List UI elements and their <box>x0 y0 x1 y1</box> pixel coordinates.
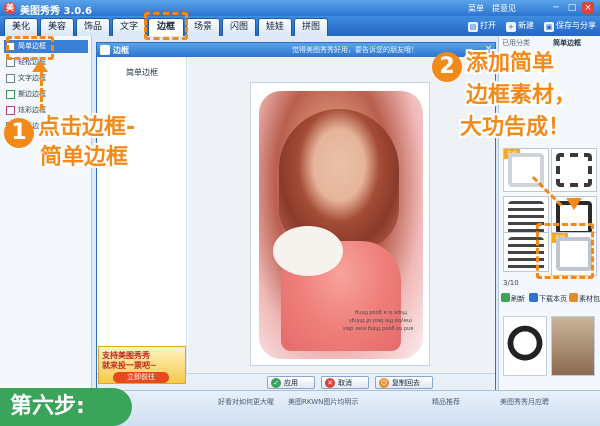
reset-button[interactable]: ☺ 复制回去 <box>375 376 433 389</box>
highlight-border-tab <box>144 12 188 40</box>
apply-button[interactable]: ✓ 应用 <box>267 376 315 389</box>
folder-icon: ▤ <box>468 22 478 32</box>
photo-preview: Hope is a good thing maybe the best of t… <box>250 82 430 366</box>
framed-photo: Hope is a good thing maybe the best of t… <box>259 91 423 359</box>
cancel-button[interactable]: ✕ 取消 <box>321 376 369 389</box>
dialog-app-icon <box>100 45 110 55</box>
tab-beauty[interactable]: 美容 <box>40 18 74 36</box>
torn-border-icon <box>6 90 15 99</box>
download-icon <box>529 293 538 302</box>
step-six-badge: 第六步: <box>0 388 132 426</box>
tab-accessories[interactable]: 饰品 <box>76 18 110 36</box>
step-2-text-line-2: 边框素材， <box>466 83 577 108</box>
person-icon: ☺ <box>379 378 389 388</box>
refresh-button[interactable]: 刷新 <box>501 293 525 305</box>
photo-subject-scarf <box>273 226 343 276</box>
ad-thumbnail-photo[interactable] <box>551 316 595 376</box>
dialog-side-label: 简单边框 <box>126 68 158 77</box>
app-title: 美图秀秀 3.0.6 <box>20 6 92 17</box>
open-button[interactable]: ▤ 打开 <box>468 19 496 33</box>
dialog-title: 边框 <box>113 46 129 55</box>
minimize-icon[interactable]: ─ <box>550 2 562 14</box>
tab-text[interactable]: 文字 <box>112 18 146 36</box>
plus-icon: + <box>506 22 516 32</box>
refresh-icon <box>501 293 510 302</box>
save-icon: ▣ <box>544 22 554 32</box>
photo-caption-line-2: maybe the best of things <box>349 317 412 323</box>
save-share-button[interactable]: ▣ 保存与分享 <box>544 19 596 33</box>
tab-flash[interactable]: 闪图 <box>222 18 256 36</box>
cancel-icon: ✕ <box>325 378 335 388</box>
step-2-number: 2 <box>432 52 462 82</box>
step-2-text-line-1: 添加简单 <box>466 51 555 76</box>
tab-beautify[interactable]: 美化 <box>4 18 38 36</box>
check-icon: ✓ <box>271 378 281 388</box>
status-app-link[interactable]: 美图秀秀月应聘 <box>500 397 549 407</box>
material-pack-button[interactable]: 素材包 <box>569 293 600 305</box>
text-border-icon <box>6 74 15 83</box>
promo-go-button[interactable]: 立即前往 <box>113 372 169 383</box>
tab-simple-border-materials[interactable]: 简单边框 <box>553 38 581 48</box>
package-icon <box>569 293 578 302</box>
status-recommend-link[interactable]: 精品推荐 <box>432 397 460 407</box>
colorful-border-icon <box>6 106 15 115</box>
tab-scene[interactable]: 场景 <box>186 18 220 36</box>
sidebar-item-torn-border[interactable]: 撕边边框 <box>4 88 88 101</box>
dialog-side-panel: 简单边框 <box>97 57 187 377</box>
maximize-icon[interactable]: □ <box>566 2 578 14</box>
step-1-number: 1 <box>4 118 34 148</box>
status-text: 好看对如何更大喔 美图RKWN图片均明示 <box>218 398 359 406</box>
download-page-button[interactable]: 下载本页 <box>529 293 567 305</box>
feedback-link[interactable]: 提意见 <box>492 3 516 14</box>
sidebar-item-text-border[interactable]: 文字边框 <box>4 72 88 85</box>
photo-caption-line-1: Hope is a good thing <box>355 309 407 315</box>
app-logo-icon: 美 <box>4 2 16 14</box>
promo-banner[interactable]: 支持美图秀秀 就来投一票吧~ 立即前往 <box>98 346 186 384</box>
highlight-simple-border <box>6 36 54 60</box>
arrow-down-icon <box>566 198 582 210</box>
close-icon[interactable]: × <box>582 2 594 14</box>
promo-line-2: 就来投一票吧~ <box>102 361 157 370</box>
new-button[interactable]: + 新建 <box>506 19 534 33</box>
tab-collage[interactable]: 拼图 <box>294 18 328 36</box>
left-panel: 简单边框 轻松边框 文字边框 撕边边框 炫彩边框 动画边框 <box>0 36 92 390</box>
border-thumbnail[interactable] <box>551 148 597 192</box>
dialog-banner-text: 觉得美图秀秀好用，要告诉您的朋友哦！ <box>292 46 418 54</box>
step-1-text-line-2: 简单边框 <box>40 145 129 170</box>
main-tab-bar: 美化 美容 饰品 文字 边框 场景 闪图 娃娃 拼图 ▤ 打开 + 新建 ▣ 保存与分… <box>0 16 600 36</box>
highlight-selected-thumbnail <box>536 223 594 279</box>
step-2-text-line-3: 大功告成！ <box>460 115 571 140</box>
dashed-arrow <box>40 64 44 110</box>
photo-caption-line-3: and no good thing ever dies <box>343 325 414 331</box>
step-1-text-line-1: 点击边框- <box>38 115 136 140</box>
tab-used-categories[interactable]: 已用分类 <box>502 38 530 48</box>
page-indicator: 3/10 <box>503 279 519 287</box>
tab-doll[interactable]: 娃娃 <box>258 18 292 36</box>
menu-link[interactable]: 菜单 <box>468 3 484 14</box>
title-bar: 美 美图秀秀 3.0.6 菜单 提意见 ─ □ × <box>0 0 600 17</box>
dialog-title-bar: 边框 觉得美图秀秀好用，要告诉您的朋友哦！ × <box>97 43 495 57</box>
ad-thumbnail-panda[interactable] <box>503 316 547 376</box>
